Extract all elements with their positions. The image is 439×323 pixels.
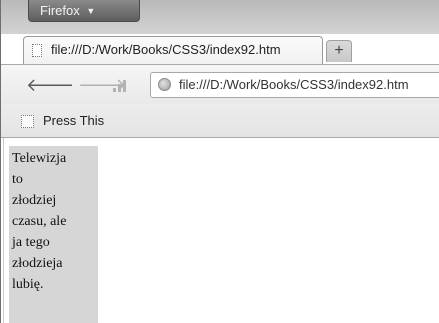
page-edge <box>3 138 4 323</box>
page-icon <box>21 115 34 128</box>
text-box: Telewizja to złodziej czasu, ale ja tego… <box>9 146 98 323</box>
bookmarks-toolbar: Press This <box>1 104 439 138</box>
firefox-menu-label: Firefox <box>40 3 80 18</box>
plus-icon: + <box>334 42 344 59</box>
signal-bars-icon <box>113 80 129 92</box>
back-button[interactable]: 🡐 <box>26 74 74 96</box>
text-line: złodzieja <box>12 256 63 271</box>
text-line: ja tego <box>12 235 50 250</box>
url-text[interactable]: file:///D:/Work/Books/CSS3/index92.htm <box>179 77 409 92</box>
navigation-toolbar: 🡐 🡒 file:///D:/Work/Books/CSS3/index92.h… <box>1 64 439 104</box>
page-content: Telewizja to złodziej czasu, ale ja tego… <box>1 138 439 323</box>
back-arrow-icon: 🡐 <box>26 75 75 95</box>
text-line: Telewizja <box>12 151 67 166</box>
text-line: lubię. <box>12 277 44 292</box>
forward-button[interactable]: 🡒 <box>78 74 126 96</box>
dropdown-arrow-icon: ▼ <box>86 6 96 16</box>
tab-title: file:///D:/Work/Books/CSS3/index92.htm <box>51 42 281 57</box>
text-line: czasu, ale <box>12 214 67 229</box>
firefox-menu-button[interactable]: Firefox ▼ <box>28 0 140 22</box>
bookmark-label: Press This <box>43 113 105 128</box>
page-icon <box>32 44 42 57</box>
title-bar: Firefox ▼ <box>1 0 439 34</box>
tab-active[interactable]: file:///D:/Work/Books/CSS3/index92.htm <box>23 36 323 64</box>
browser-window: Firefox ▼ file:///D:/Work/Books/CSS3/ind… <box>0 0 439 323</box>
globe-icon <box>158 78 171 91</box>
text-line: to <box>12 172 23 187</box>
new-tab-button[interactable]: + <box>326 40 352 62</box>
address-bar[interactable]: file:///D:/Work/Books/CSS3/index92.htm <box>150 72 439 98</box>
text-line: złodziej <box>12 193 57 208</box>
